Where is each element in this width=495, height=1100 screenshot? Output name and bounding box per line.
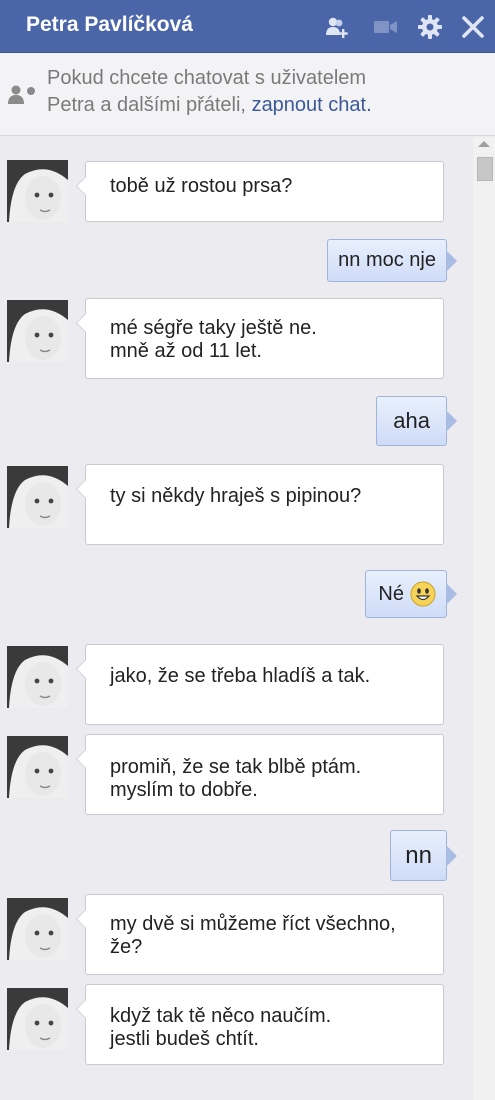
- incoming-message: ty si někdy hraješ s pipinou?: [76, 464, 444, 545]
- message-line: když tak tě něco naučím.: [110, 1005, 332, 1027]
- incoming-message: promiň, že se tak blbě ptám. myslím to d…: [76, 734, 444, 815]
- message-line: mně až od 11 let.: [110, 340, 262, 362]
- chat-scrollbar[interactable]: [473, 137, 495, 1100]
- notice-friends-text: a dalšími přáteli,: [100, 94, 246, 116]
- notice-text: Pokud chcete chatovat s uživatelem Petra…: [47, 65, 487, 119]
- close-icon[interactable]: [460, 14, 486, 40]
- scroll-thumb[interactable]: [477, 157, 493, 181]
- incoming-message: my dvě si můžeme říct všechno, že?: [76, 894, 444, 975]
- chat-title: Petra Pavlíčková: [26, 13, 193, 36]
- message-line: že?: [110, 936, 143, 958]
- notice-line1: Pokud chcete chatovat s uživatelem: [47, 67, 367, 89]
- message-line: jestli budeš chtít.: [110, 1028, 259, 1050]
- petra-avatar[interactable]: [7, 300, 68, 362]
- video-call-icon[interactable]: [372, 14, 398, 40]
- message-text: nn moc nje: [338, 249, 436, 271]
- petra-avatar[interactable]: [7, 988, 68, 1050]
- message-line: my dvě si můžeme říct všechno,: [110, 913, 396, 935]
- enable-chat-link[interactable]: zapnout chat.: [252, 94, 372, 116]
- message-line: ty si někdy hraješ s pipinou?: [110, 485, 362, 507]
- message-line: promiň, že se tak blbě ptám.: [110, 756, 362, 778]
- gear-icon[interactable]: [417, 14, 443, 40]
- petra-avatar[interactable]: [7, 466, 68, 528]
- incoming-message: když tak tě něco naučím. jestli budeš ch…: [76, 984, 444, 1065]
- chat-header: Petra Pavlíčková: [0, 0, 495, 53]
- message-line: jako, že se třeba hladíš a tak.: [110, 665, 371, 687]
- incoming-message: tobě už rostou prsa?: [76, 161, 444, 222]
- message-line: mé ségře taky ještě ne.: [110, 317, 317, 339]
- message-text: nn: [405, 841, 432, 869]
- friends-icon: [7, 81, 41, 112]
- petra-avatar[interactable]: [7, 898, 68, 960]
- message-text: Né: [378, 582, 404, 605]
- message-text: aha: [393, 408, 430, 433]
- smiley-icon: [410, 581, 436, 607]
- add-friend-icon[interactable]: [324, 14, 350, 40]
- petra-avatar[interactable]: [7, 646, 68, 708]
- message-line: myslím to dobře.: [110, 779, 258, 801]
- petra-avatar[interactable]: [7, 160, 68, 222]
- message-line: tobě už rostou prsa?: [110, 175, 293, 197]
- petra-avatar[interactable]: [7, 736, 68, 798]
- chat-disabled-notice: Pokud chcete chatovat s uživatelem Petra…: [0, 53, 495, 136]
- incoming-message: jako, že se třeba hladíš a tak.: [76, 644, 444, 725]
- outgoing-message: nn moc nje: [327, 239, 457, 282]
- outgoing-message: aha: [376, 396, 457, 446]
- incoming-message: mé ségře taky ještě ne. mně až od 11 let…: [76, 298, 444, 379]
- outgoing-message: Né: [365, 570, 457, 618]
- notice-user-name: Petra: [47, 94, 95, 116]
- outgoing-message: nn: [390, 830, 457, 881]
- scroll-up-arrow[interactable]: [478, 141, 490, 147]
